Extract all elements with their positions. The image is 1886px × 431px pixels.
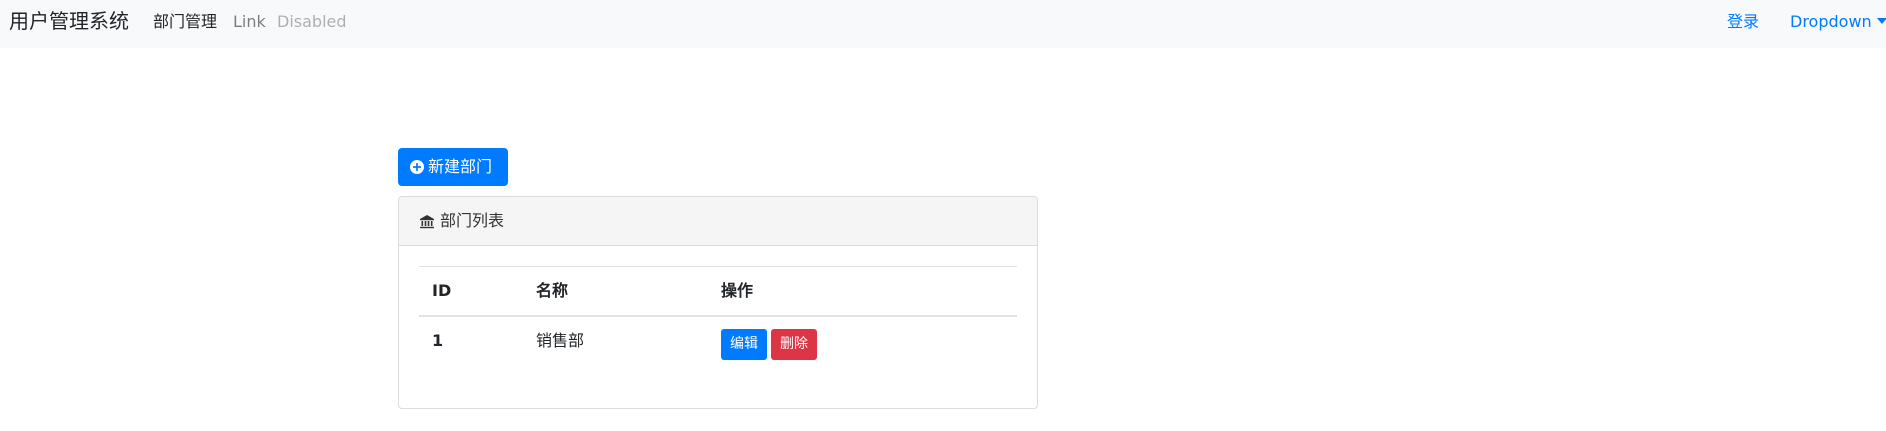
bank-icon bbox=[420, 215, 434, 229]
login-link[interactable]: 登录 bbox=[1727, 12, 1759, 32]
panel-header: 部门列表 bbox=[399, 197, 1037, 246]
table-header-divider bbox=[419, 315, 1017, 317]
plus-circle-icon bbox=[410, 160, 424, 174]
department-list-panel: 部门列表 ID 名称 操作 1 销售部 编辑 删除 bbox=[398, 196, 1038, 409]
column-header-actions: 操作 bbox=[721, 281, 754, 300]
delete-button[interactable]: 删除 bbox=[771, 329, 817, 360]
new-department-button[interactable]: 新建部门 bbox=[398, 148, 508, 186]
brand-title[interactable]: 用户管理系统 bbox=[9, 8, 129, 34]
column-header-id: ID bbox=[432, 281, 452, 300]
table-cell-id: 1 bbox=[432, 331, 444, 350]
column-header-name: 名称 bbox=[536, 281, 569, 300]
new-department-label: 新建部门 bbox=[428, 157, 493, 176]
nav-item-disabled: Disabled bbox=[277, 12, 347, 31]
table-divider-top bbox=[419, 266, 1017, 267]
table-cell-name: 销售部 bbox=[536, 331, 585, 350]
nav-item-link[interactable]: Link bbox=[233, 12, 266, 32]
dropdown-toggle[interactable]: Dropdown bbox=[1790, 12, 1886, 32]
panel-title: 部门列表 bbox=[440, 211, 505, 230]
edit-button[interactable]: 编辑 bbox=[721, 329, 767, 360]
top-navbar: 用户管理系统 部门管理 Link Disabled 登录 Dropdown bbox=[0, 0, 1886, 48]
dropdown-label: Dropdown bbox=[1790, 12, 1872, 31]
nav-item-department-management[interactable]: 部门管理 bbox=[153, 12, 217, 32]
caret-down-icon bbox=[1876, 18, 1886, 24]
